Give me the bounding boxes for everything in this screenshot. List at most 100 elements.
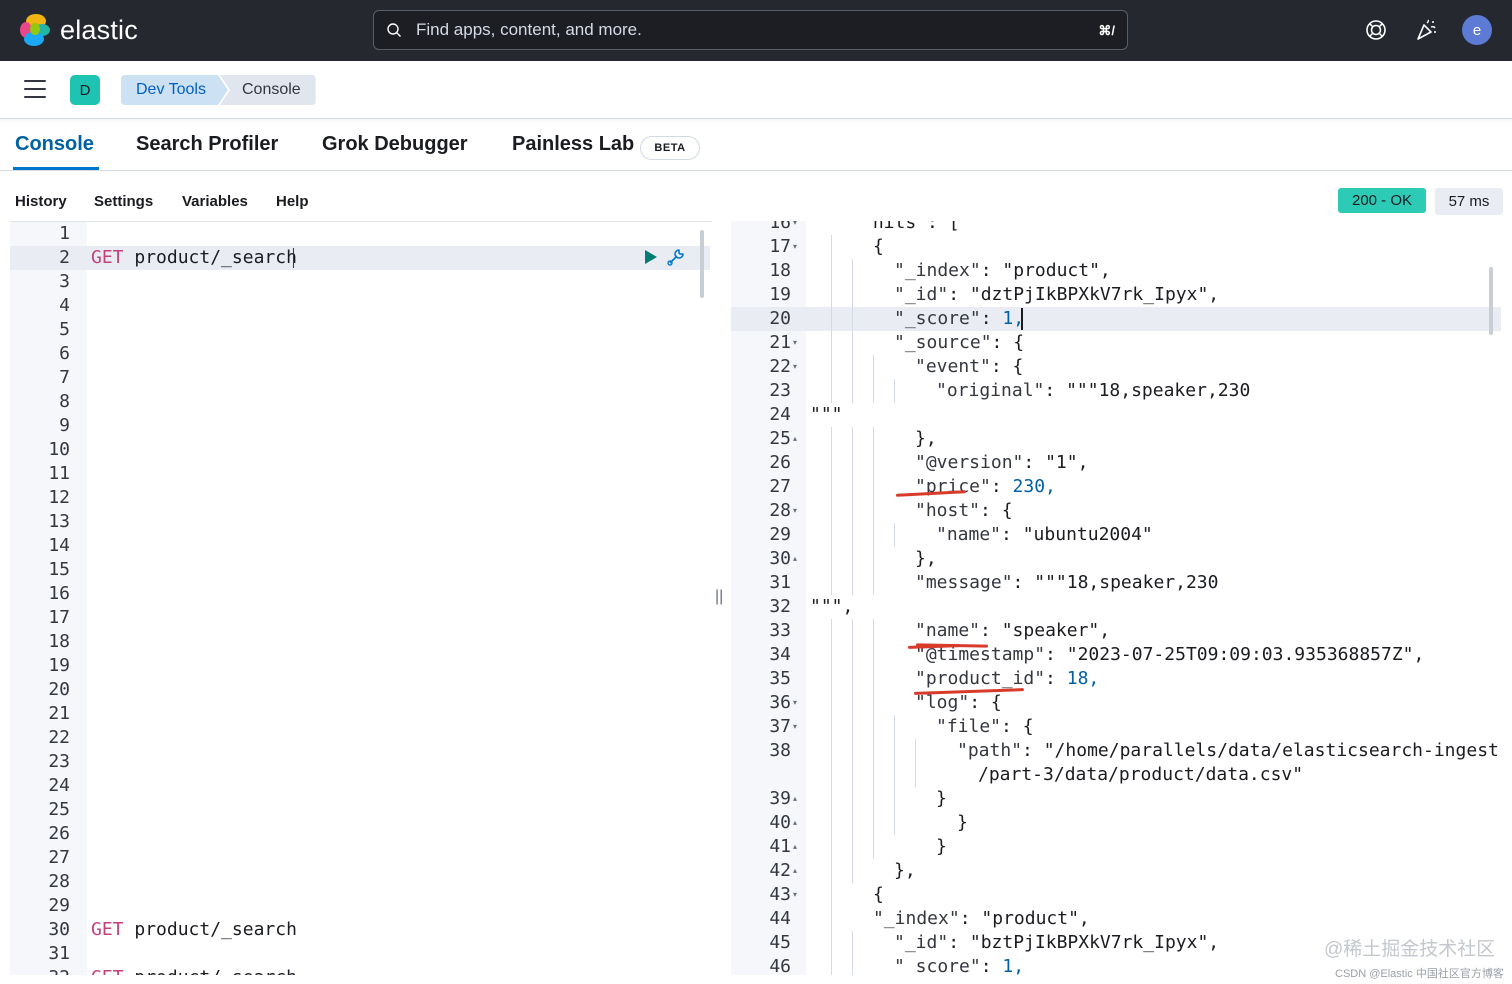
line-number: 15 [48, 559, 70, 580]
fold-expand-icon[interactable]: ▴ [793, 547, 803, 571]
request-line-2[interactable]: GET product/_search [91, 246, 297, 270]
json-text: "hits": [ [862, 221, 960, 233]
json-value: "ubuntu2004" [1022, 524, 1153, 545]
elastic-logo[interactable]: elastic [20, 14, 138, 46]
response-line[interactable]: "_index": "product", [873, 907, 1090, 931]
json-text: }, [894, 860, 916, 881]
response-line[interactable]: "message": """18,speaker,230 [915, 571, 1218, 595]
indent-guide [852, 955, 853, 975]
breadcrumb-dev-tools[interactable]: Dev Tools [121, 75, 228, 105]
fold-collapse-icon[interactable]: ▾ [793, 715, 803, 739]
tab-grok-debugger[interactable]: Grok Debugger [322, 133, 468, 156]
response-line[interactable]: "price": 230, [915, 475, 1056, 499]
response-line[interactable]: } [936, 835, 947, 859]
response-line[interactable]: """ [810, 403, 843, 427]
response-line[interactable]: }, [915, 547, 937, 571]
line-number: 35 [769, 668, 791, 689]
response-line[interactable]: "original": """18,speaker,230 [936, 379, 1250, 403]
response-line[interactable]: "event": { [915, 355, 1023, 379]
indent-guide [894, 379, 895, 403]
request-line-32[interactable]: GET product/_search [91, 966, 297, 975]
fold-expand-icon[interactable]: ▴ [793, 835, 803, 859]
indent-guide [831, 619, 832, 643]
request-scrollbar[interactable] [700, 230, 704, 298]
request-editor[interactable]: 1 2 3 4 5 6 7 8 9 10 11 12 13 14 15 16 17 18 19 20 21 22 23 24 2… [10, 221, 712, 975]
response-line[interactable]: { [873, 883, 884, 907]
help-button[interactable] [1360, 14, 1392, 46]
tab-console[interactable]: Console [15, 133, 94, 156]
json-key: "_index" [873, 908, 960, 929]
indent-guide [831, 691, 832, 715]
fold-collapse-icon[interactable]: ▾ [793, 221, 803, 235]
history-button[interactable]: History [15, 193, 67, 210]
response-line[interactable]: "_source": { [894, 331, 1024, 355]
response-line[interactable]: }, [894, 859, 916, 883]
response-line[interactable]: "name": "speaker", [915, 619, 1110, 643]
global-search-input[interactable]: Find apps, content, and more. ⌘/ [373, 10, 1128, 50]
response-line[interactable]: "hits": [ [862, 221, 960, 235]
user-avatar[interactable]: e [1462, 15, 1492, 45]
help-link[interactable]: Help [276, 193, 309, 210]
indent-guide [873, 643, 874, 667]
fold-expand-icon[interactable]: ▴ [793, 787, 803, 811]
response-line[interactable]: { [873, 235, 884, 259]
hamburger-menu-icon[interactable] [24, 80, 46, 100]
response-line[interactable]: "name": "ubuntu2004" [936, 523, 1153, 547]
fold-collapse-icon[interactable]: ▾ [793, 883, 803, 907]
response-line[interactable]: "product_id": 18, [915, 667, 1099, 691]
wrench-icon[interactable] [666, 247, 686, 267]
indent-guide [852, 331, 853, 355]
json-value: "/home/parallels/data/elasticsearch-inge… [1043, 740, 1499, 761]
response-line[interactable]: } [957, 811, 968, 835]
response-line[interactable]: "_score": 1, [894, 955, 1024, 975]
fold-collapse-icon[interactable]: ▾ [793, 355, 803, 379]
request-line-30[interactable]: GET product/_search [91, 918, 297, 942]
response-line[interactable]: "_score": 1, [894, 307, 1024, 331]
json-text: { [873, 236, 884, 257]
response-line[interactable]: "@version": "1", [915, 451, 1088, 475]
tab-painless-lab[interactable]: Painless Lab [512, 133, 634, 156]
line-number: 20 [48, 679, 70, 700]
news-feed-button[interactable] [1410, 14, 1442, 46]
json-value: "product", [1002, 260, 1111, 281]
line-number: 19 [48, 655, 70, 676]
response-line[interactable]: /part-3/data/product/data.csv" [978, 763, 1303, 787]
settings-button[interactable]: Settings [94, 193, 153, 210]
response-line[interactable]: } [936, 787, 947, 811]
variables-button[interactable]: Variables [182, 193, 248, 210]
line-number: 43 [769, 884, 791, 905]
indent-guide [873, 739, 874, 763]
response-line[interactable]: "path": "/home/parallels/data/elasticsea… [957, 739, 1499, 763]
response-editor[interactable]: 16 ▾ "hits": [17 ▾{18 "_index": "product", 19… [731, 221, 1501, 975]
response-line[interactable]: "_id": "bztPjIkBPXkV7rk_Ipyx", [894, 931, 1219, 955]
response-line[interactable]: }, [915, 427, 937, 451]
line-number: 12 [48, 487, 70, 508]
line-number: 26 [48, 823, 70, 844]
fold-collapse-icon[interactable]: ▾ [793, 331, 803, 355]
line-number: 16 [48, 583, 70, 604]
indent-guide [852, 859, 853, 883]
response-line[interactable]: """, [810, 595, 853, 619]
pane-resize-handle[interactable]: || [715, 588, 723, 606]
response-line[interactable]: "_id": "dztPjIkBPXkV7rk_Ipyx", [894, 283, 1219, 307]
space-avatar[interactable]: D [70, 75, 100, 105]
response-line[interactable]: "@timestamp": "2023-07-25T09:09:03.93536… [915, 643, 1424, 667]
json-text: }, [915, 548, 937, 569]
response-line[interactable]: "host": { [915, 499, 1013, 523]
response-line[interactable]: "file": { [936, 715, 1034, 739]
fold-collapse-icon[interactable]: ▾ [793, 691, 803, 715]
dev-tools-tabs: Console Search Profiler Grok Debugger Pa… [0, 120, 1512, 171]
response-line[interactable]: "_index": "product", [894, 259, 1111, 283]
fold-expand-icon[interactable]: ▴ [793, 859, 803, 883]
fold-collapse-icon[interactable]: ▾ [793, 235, 803, 259]
response-line[interactable]: "log": { [915, 691, 1002, 715]
indent-guide [831, 523, 832, 547]
json-key: "event" [915, 356, 991, 377]
fold-expand-icon[interactable]: ▴ [793, 427, 803, 451]
fold-expand-icon[interactable]: ▴ [793, 811, 803, 835]
json-key: "name" [915, 620, 981, 641]
send-request-play-icon[interactable] [644, 249, 658, 265]
tab-search-profiler[interactable]: Search Profiler [136, 133, 278, 156]
fold-collapse-icon[interactable]: ▾ [793, 499, 803, 523]
response-scrollbar[interactable] [1489, 267, 1493, 335]
